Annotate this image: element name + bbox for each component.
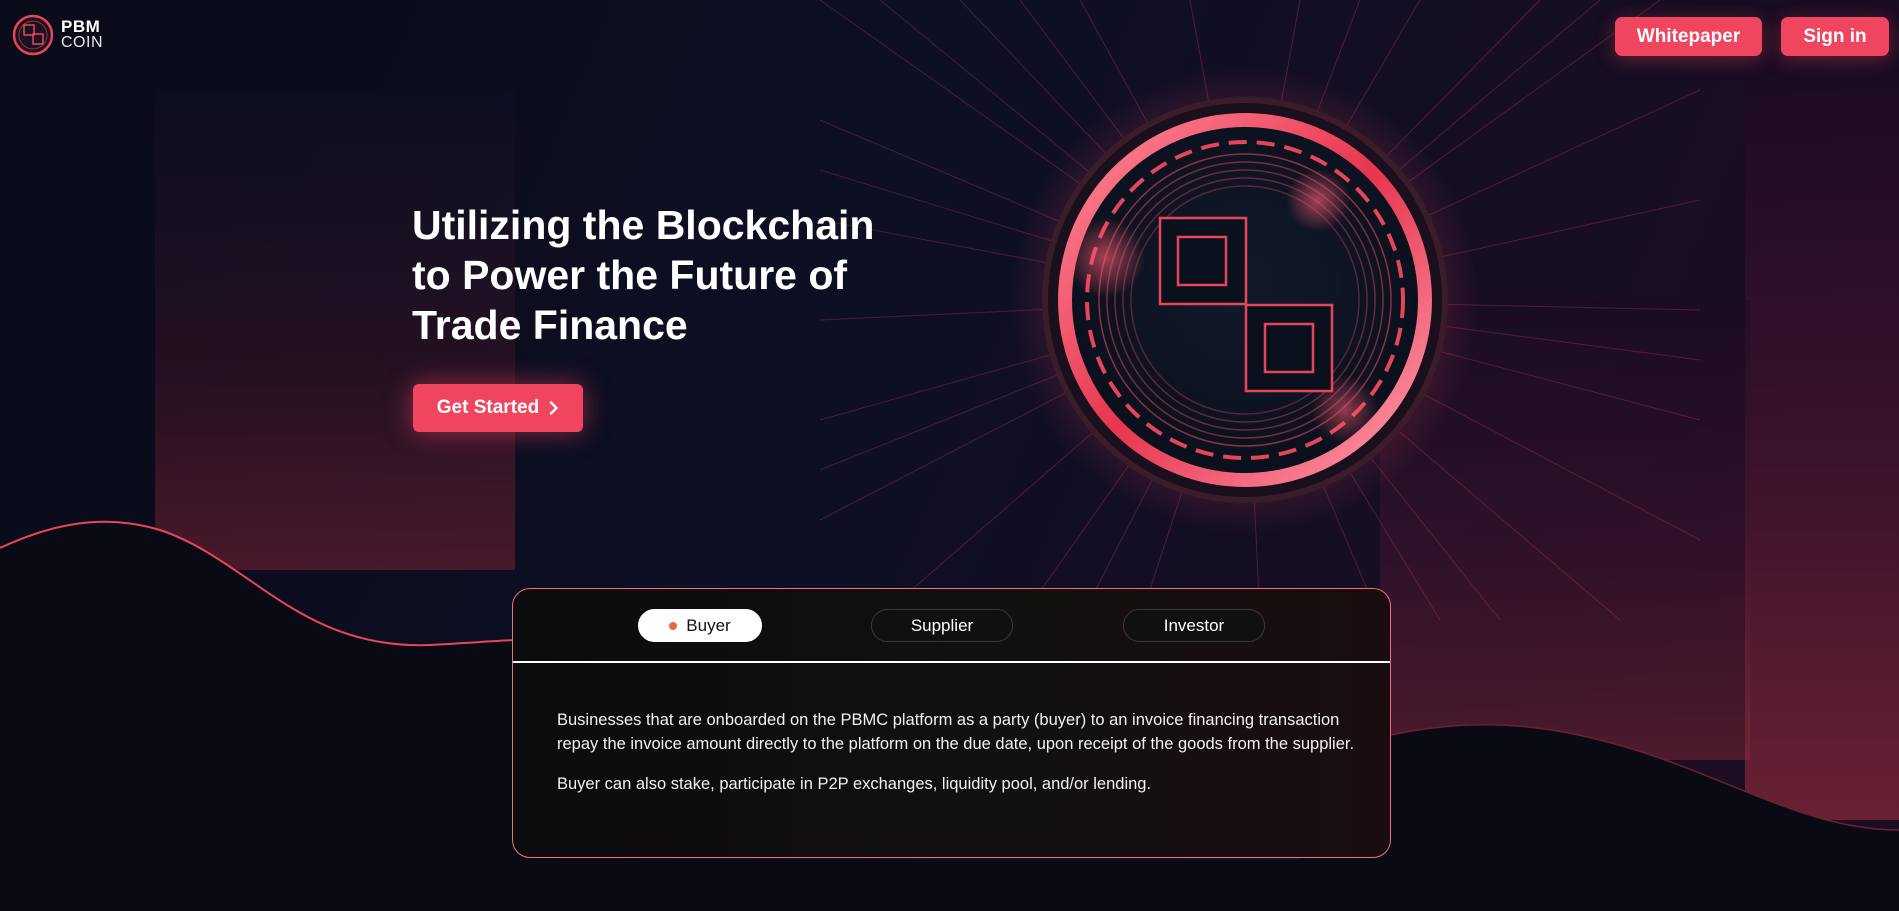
role-description-paragraph: Businesses that are onboarded on the PBM… [557,711,1355,753]
pbm-coin-emblem [1010,65,1480,535]
brand-logo[interactable]: PBM COIN [12,14,103,56]
hero-title-line: Trade Finance [412,302,688,348]
pbm-coin-logo-icon [12,14,54,56]
active-tab-indicator [669,621,678,630]
hero-title-line: Utilizing the Blockchain [412,202,875,248]
whitepaper-button[interactable]: Whitepaper [1615,17,1762,56]
hero-title-line: to Power the Future of [412,252,848,298]
tab-label: Buyer [686,615,731,635]
tab-investor[interactable]: Investor [1123,609,1265,642]
tab-supplier[interactable]: Supplier [871,609,1013,642]
brand-name-primary: PBM [61,17,101,36]
sign-in-button[interactable]: Sign in [1781,17,1889,56]
brand-name-secondary: COIN [61,34,103,51]
tab-label: Investor [1163,615,1225,635]
role-tabs: Buyer Supplier Investor [513,589,1390,663]
get-started-label: Get Started [436,397,540,418]
role-description: Businesses that are onboarded on the PBM… [557,708,1357,812]
role-description-paragraph: Buyer can also stake, participate in P2P… [557,775,1152,793]
tab-label: Supplier [910,615,974,635]
role-info-card: Buyer Supplier Investor Businesses that … [512,588,1391,858]
tab-buyer[interactable]: Buyer [638,609,762,642]
chevron-right-icon [550,401,558,415]
hero-title: Utilizing the Blockchain to Power the Fu… [412,200,912,350]
get-started-button[interactable]: Get Started [413,384,583,432]
